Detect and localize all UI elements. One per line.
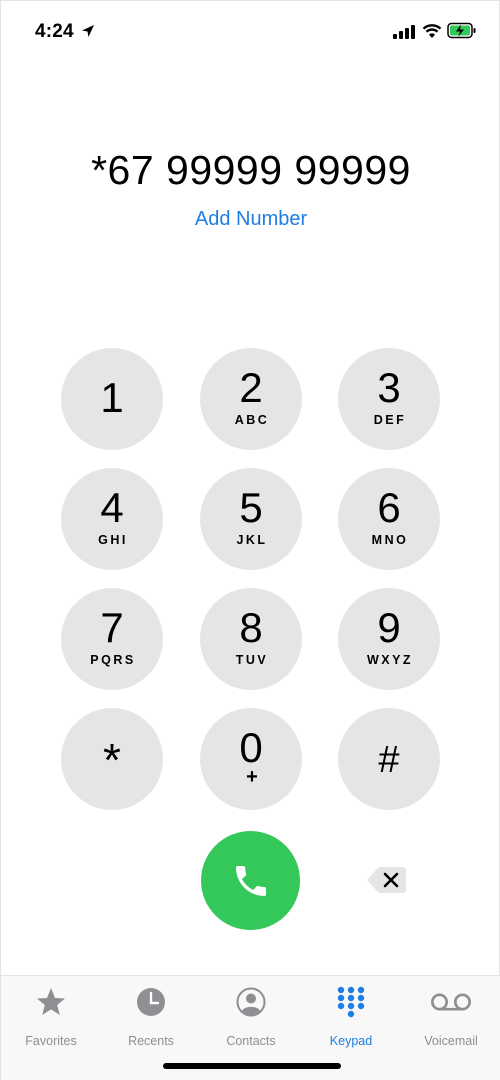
key-digit: 6 [377, 484, 401, 531]
home-indicator[interactable] [163, 1063, 341, 1069]
tab-label: Voicemail [424, 1034, 478, 1048]
key-letters: TUV [235, 653, 269, 667]
key-0[interactable]: 0 + [200, 708, 302, 810]
key-hash[interactable]: # [338, 708, 440, 810]
key-letters: JKL [236, 533, 268, 547]
key-digit: 0 [239, 724, 263, 771]
tab-label: Favorites [25, 1034, 77, 1048]
key-letters: GHI [98, 533, 128, 547]
key-digit: * [103, 734, 121, 786]
key-digit: 2 [239, 364, 263, 411]
cellular-signal-icon [393, 25, 415, 39]
key-letters: MNO [371, 533, 409, 547]
key-2[interactable]: 2 ABC [200, 348, 302, 450]
key-digit: 5 [239, 484, 263, 531]
battery-charging-icon [447, 22, 476, 39]
phone-icon [236, 866, 266, 896]
clock-icon [137, 988, 165, 1016]
key-star[interactable]: * [61, 708, 163, 810]
key-digit: 7 [100, 604, 124, 651]
key-1[interactable]: 1 [61, 348, 163, 450]
key-digit: 8 [239, 604, 263, 651]
tab-label: Recents [128, 1034, 174, 1048]
status-time: 4:24 [35, 21, 74, 42]
tab-voicemail[interactable]: Voicemail [401, 986, 500, 1048]
key-digit: # [378, 739, 400, 781]
star-icon [37, 988, 65, 1015]
key-digit: 4 [100, 484, 124, 531]
delete-backspace-icon[interactable] [365, 865, 407, 895]
key-digit: 1 [100, 374, 124, 421]
location-arrow-icon [82, 25, 94, 37]
key-4[interactable]: 4 GHI [61, 468, 163, 570]
tab-recents[interactable]: Recents [101, 986, 201, 1048]
voicemail-icon [431, 993, 471, 1011]
key-5[interactable]: 5 JKL [200, 468, 302, 570]
key-letters: ABC [234, 413, 270, 427]
tab-label: Contacts [226, 1034, 276, 1048]
key-letters: DEF [373, 413, 407, 427]
call-button[interactable] [201, 831, 300, 930]
dialed-number: *67 99999 99999 [91, 147, 411, 193]
tab-favorites[interactable]: Favorites [1, 986, 101, 1048]
tab-contacts[interactable]: Contacts [201, 986, 301, 1048]
keypad-grid-icon [337, 986, 365, 1018]
key-letters: WXYZ [366, 653, 414, 667]
key-letters: PQRS [90, 653, 136, 667]
person-circle-icon [236, 987, 266, 1017]
key-3[interactable]: 3 DEF [338, 348, 440, 450]
key-8[interactable]: 8 TUV [200, 588, 302, 690]
status-bar: 4:24 [1, 1, 500, 63]
key-digit: 9 [377, 604, 401, 651]
tab-keypad[interactable]: Keypad [301, 986, 401, 1048]
key-9[interactable]: 9 WXYZ [338, 588, 440, 690]
key-digit: 3 [377, 364, 401, 411]
add-number-link[interactable]: Add Number [1, 208, 500, 231]
phone-screen: 4:24 *67 99999 99999 Add Number 1 2 ABC [0, 0, 500, 1080]
wifi-icon [422, 24, 442, 38]
key-6[interactable]: 6 MNO [338, 468, 440, 570]
key-letters: + [246, 766, 258, 788]
tab-label: Keypad [329, 1034, 373, 1048]
key-7[interactable]: 7 PQRS [61, 588, 163, 690]
